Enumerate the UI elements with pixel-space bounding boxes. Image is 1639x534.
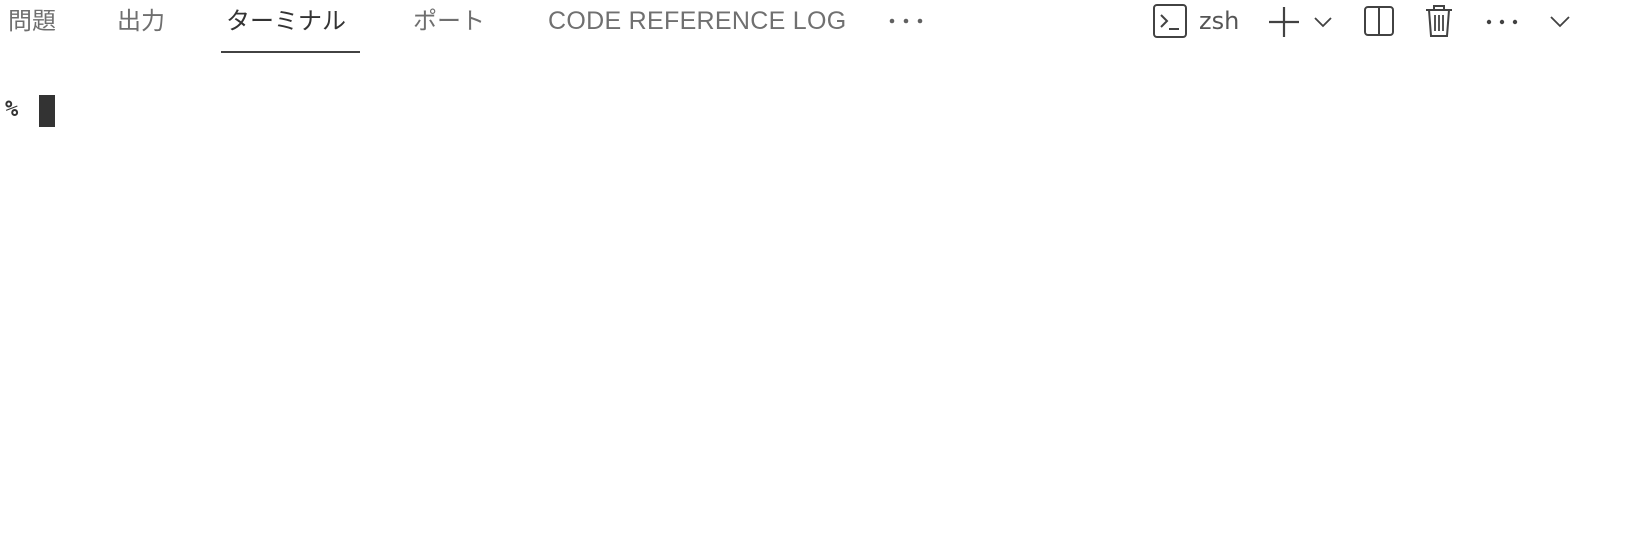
tab-ports[interactable]: ポート	[413, 0, 485, 43]
ellipsis-icon	[889, 18, 923, 24]
launch-profile-button[interactable]	[1312, 12, 1334, 32]
tab-code-reference-log[interactable]: CODE REFERENCE LOG	[548, 0, 847, 43]
shell-prompt: %	[5, 97, 19, 122]
terminal-panel: 問題 出力 ターミナル ポート CODE REFERENCE LOG zsh %	[0, 0, 1639, 534]
ellipsis-icon	[1486, 19, 1518, 25]
terminal-icon	[1153, 4, 1187, 38]
active-tab-indicator	[221, 51, 360, 53]
panel-tab-bar: 問題 出力 ターミナル ポート CODE REFERENCE LOG zsh	[0, 0, 1639, 54]
more-actions-button[interactable]	[1485, 10, 1521, 32]
chevron-down-icon	[1314, 17, 1332, 28]
new-terminal-button[interactable]	[1266, 4, 1302, 40]
split-terminal-button[interactable]	[1362, 4, 1396, 38]
tab-output[interactable]: 出力	[117, 0, 165, 43]
chevron-down-icon	[1550, 16, 1570, 28]
more-tabs-button[interactable]	[888, 10, 926, 32]
shell-name-label[interactable]: zsh	[1199, 0, 1239, 43]
split-icon	[1364, 6, 1394, 36]
tab-problems[interactable]: 問題	[8, 0, 56, 43]
terminal-shell-button[interactable]	[1152, 3, 1188, 39]
tab-terminal[interactable]: ターミナル	[226, 0, 346, 43]
terminal-output[interactable]: %	[0, 78, 1639, 518]
collapse-panel-button[interactable]	[1548, 10, 1572, 34]
terminal-cursor	[39, 95, 55, 127]
trash-icon	[1426, 5, 1452, 37]
plus-icon	[1269, 7, 1299, 37]
kill-terminal-button[interactable]	[1424, 3, 1454, 39]
